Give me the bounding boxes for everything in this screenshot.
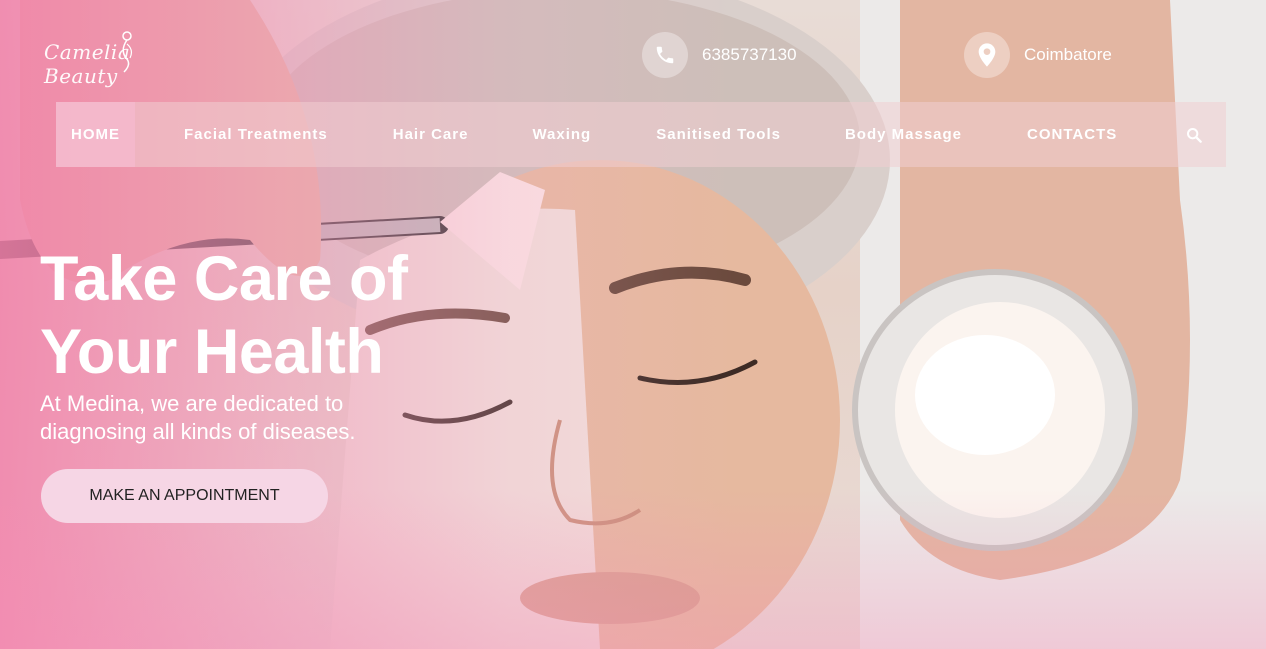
nav-item-waxing[interactable]: Waxing — [517, 102, 606, 167]
make-appointment-button[interactable]: MAKE AN APPOINTMENT — [41, 469, 328, 523]
nav-item-facial-treatments[interactable]: Facial Treatments — [169, 102, 343, 167]
phone-number: 6385737130 — [702, 45, 797, 64]
phone-icon-circle — [642, 32, 688, 78]
nav-item-contacts[interactable]: CONTACTS — [1012, 102, 1132, 167]
hero-title-line-1: Take Care of — [40, 244, 408, 314]
hero-subtitle: At Medina, we are dedicated to diagnosin… — [40, 390, 440, 446]
search-icon — [1187, 127, 1202, 143]
location-icon-circle — [964, 32, 1010, 78]
location-text: Coimbatore — [1024, 45, 1112, 64]
map-pin-icon — [978, 43, 996, 67]
nav-item-sanitised-tools[interactable]: Sanitised Tools — [641, 102, 796, 167]
site-logo[interactable]: Camelia Beauty — [40, 22, 200, 88]
location-contact[interactable]: Coimbatore — [964, 32, 1112, 78]
logo-text: Camelia Beauty — [44, 40, 131, 88]
nav-item-home[interactable]: HOME — [56, 102, 135, 167]
phone-contact[interactable]: 6385737130 — [642, 32, 797, 78]
nav-item-hair-care[interactable]: Hair Care — [378, 102, 484, 167]
nav-search-button[interactable] — [1178, 102, 1210, 167]
hero-title-line-2: Your Health — [40, 317, 384, 387]
nav-item-body-massage[interactable]: Body Massage — [830, 102, 977, 167]
hero-subtitle-line-2: diagnosing all kinds of diseases. — [40, 419, 356, 444]
phone-icon — [656, 46, 674, 64]
main-navigation: HOME Facial Treatments Hair Care Waxing … — [56, 102, 1226, 167]
hero-title: Take Care of Your Health — [40, 243, 500, 389]
hero-subtitle-line-1: At Medina, we are dedicated to — [40, 391, 344, 416]
